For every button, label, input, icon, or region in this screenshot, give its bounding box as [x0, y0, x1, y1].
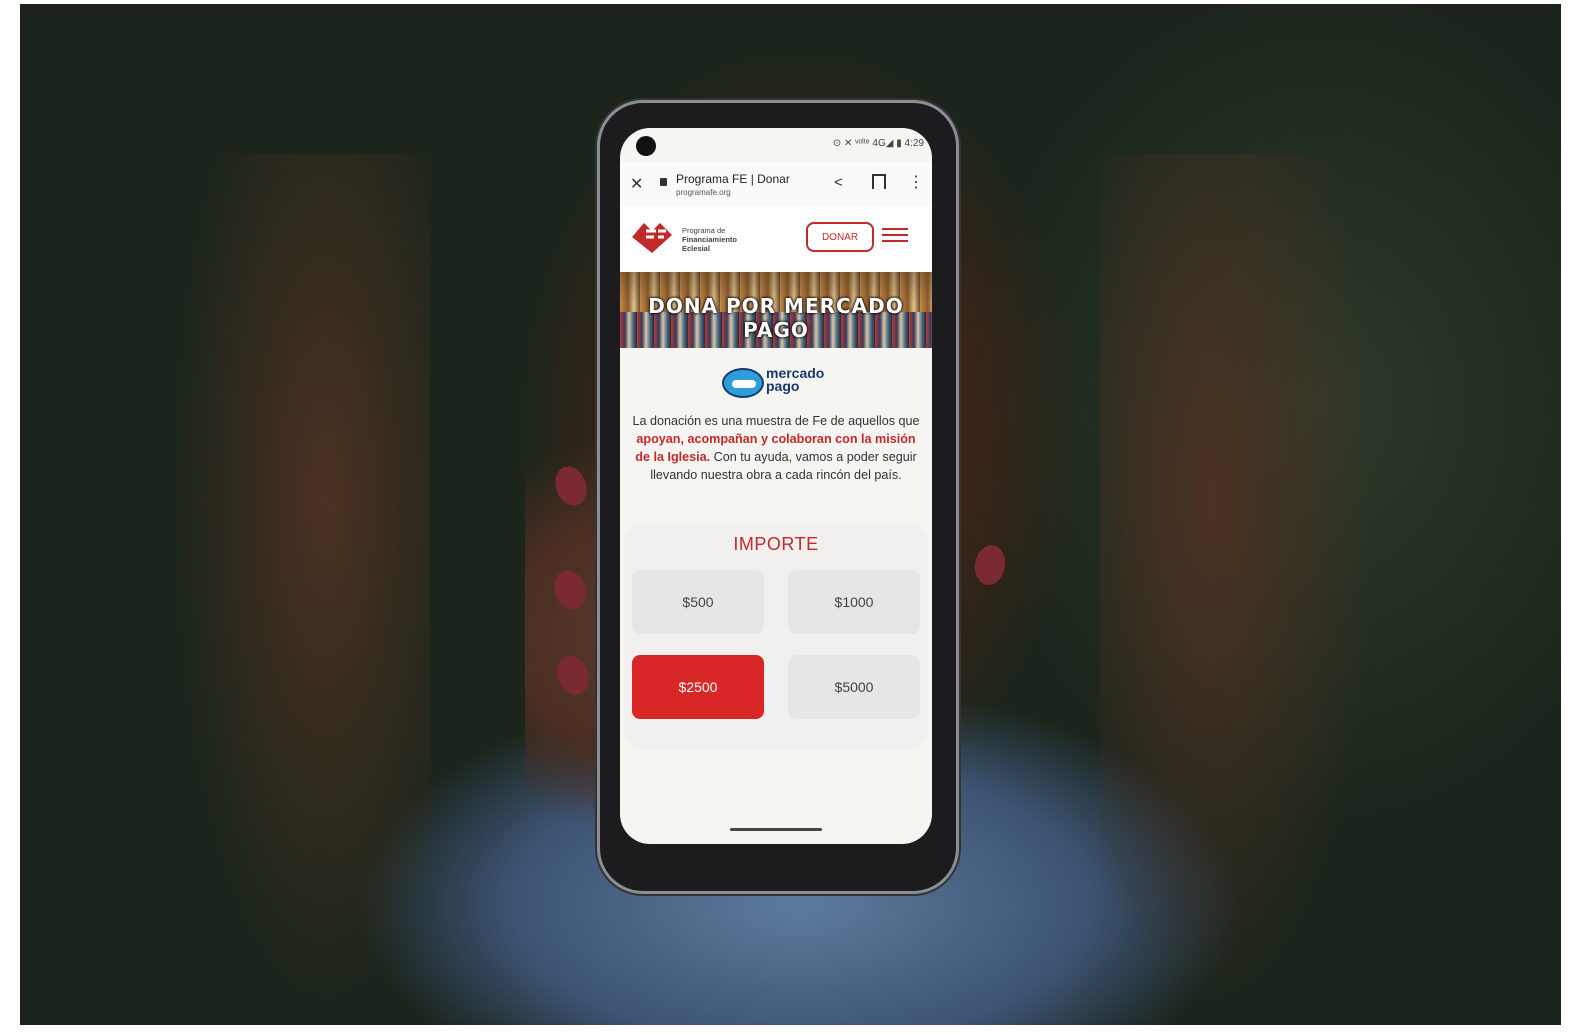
intro-paragraph: La donación es una muestra de Fe de aque…: [630, 412, 922, 484]
tab-title: Programa FE | Donar: [676, 172, 790, 186]
intro-text-1: La donación es una muestra de Fe de aque…: [632, 414, 920, 428]
amount-card: IMPORTE $500 $1000 $2500 $5000: [624, 524, 928, 750]
amount-option-2500[interactable]: $2500: [632, 655, 764, 719]
page-host: programafe.org: [676, 188, 731, 197]
fe-logo-icon[interactable]: [630, 221, 674, 255]
logo-line: Programa de: [682, 226, 726, 235]
mercado-pago-logo: mercado pago: [722, 366, 832, 398]
mercado-pago-text: mercado pago: [766, 366, 824, 394]
clock: 4:29: [904, 138, 924, 149]
menu-icon[interactable]: [882, 228, 908, 244]
more-vert-icon[interactable]: ⋮: [908, 172, 924, 192]
lock-icon: [660, 178, 667, 186]
banner-title: DONA POR MERCADO PAGO: [648, 294, 904, 342]
bookmark-icon[interactable]: [872, 174, 886, 189]
donate-button[interactable]: DONAR: [806, 222, 874, 252]
hair-right: [1100, 154, 1380, 1014]
close-icon[interactable]: ✕: [630, 174, 643, 194]
browser-toolbar: ✕ Programa FE | Donar programafe.org < ⋮: [620, 162, 932, 207]
home-indicator[interactable]: [730, 828, 822, 831]
handshake-icon: [722, 368, 764, 398]
status-icons-text: ⊙ ✕ ᵛᵒˡᵗᵉ 4G◢ ▮: [832, 138, 902, 149]
amount-option-500[interactable]: $500: [632, 570, 764, 634]
camera-hole: [636, 136, 656, 156]
mp-line2: pago: [766, 378, 800, 394]
logo-line: Financiamiento: [682, 235, 738, 244]
hero-banner: DONA POR MERCADO PAGO: [620, 272, 932, 348]
share-icon[interactable]: <: [834, 174, 843, 191]
site-header: Programa de Financiamiento Eclesial DONA…: [620, 206, 932, 272]
phone-screen: ⊙ ✕ ᵛᵒˡᵗᵉ 4G◢ ▮ 4:29 ✕ Programa FE | Don…: [620, 128, 932, 844]
hair-left: [170, 154, 430, 1014]
status-icons: ⊙ ✕ ᵛᵒˡᵗᵉ 4G◢ ▮ 4:29: [833, 138, 924, 149]
amount-option-5000[interactable]: $5000: [788, 655, 920, 719]
amount-title: IMPORTE: [733, 534, 819, 554]
amount-option-1000[interactable]: $1000: [788, 570, 920, 634]
logo-text: Programa de Financiamiento Eclesial: [682, 226, 737, 253]
status-bar: ⊙ ✕ ᵛᵒˡᵗᵉ 4G◢ ▮ 4:29: [620, 128, 932, 162]
logo-line: Eclesial: [682, 244, 710, 253]
